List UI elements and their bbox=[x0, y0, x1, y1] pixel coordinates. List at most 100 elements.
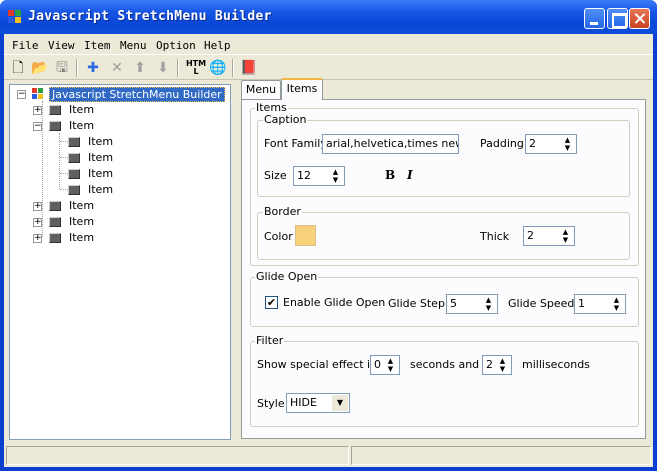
status-bar bbox=[4, 444, 653, 466]
spin-buttons[interactable]: ▲ ▼ bbox=[609, 296, 624, 312]
tree-expand-toggle[interactable]: + bbox=[33, 218, 42, 227]
menu-menu[interactable]: Menu bbox=[120, 39, 147, 52]
tree-expand-toggle[interactable]: + bbox=[33, 234, 42, 243]
splitter[interactable] bbox=[233, 84, 236, 440]
spin-buttons[interactable]: ▲ ▼ bbox=[481, 296, 496, 312]
style-select[interactable]: HIDE ▼ bbox=[286, 393, 350, 413]
spin-up-icon[interactable]: ▲ bbox=[383, 357, 398, 365]
glide-speed-spinner[interactable]: 1 ▲ ▼ bbox=[574, 294, 626, 314]
toolbar-separator bbox=[232, 59, 234, 77]
spin-down-icon[interactable]: ▼ bbox=[383, 365, 398, 373]
milliseconds-spinner[interactable]: 2 ▲ ▼ bbox=[482, 355, 512, 375]
tree-expand-toggle[interactable]: + bbox=[33, 202, 42, 211]
spin-buttons[interactable]: ▲ ▼ bbox=[495, 357, 510, 373]
item-node-icon bbox=[49, 105, 61, 115]
spin-up-icon[interactable]: ▲ bbox=[328, 168, 343, 176]
items-tab-panel: Items Caption Font Family arial,helvetic… bbox=[241, 99, 646, 439]
spin-buttons[interactable]: ▲ ▼ bbox=[558, 228, 573, 244]
font-family-input[interactable]: arial,helvetica,times new ror bbox=[322, 134, 459, 154]
seconds-spinner[interactable]: 0 ▲ ▼ bbox=[370, 355, 400, 375]
spin-up-icon[interactable]: ▲ bbox=[558, 228, 573, 236]
move-down-icon[interactable]: ⬇ bbox=[154, 59, 172, 77]
app-window: Javascript StretchMenu Builder File View… bbox=[0, 0, 657, 471]
close-button[interactable] bbox=[629, 8, 650, 29]
spin-buttons[interactable]: ▲ ▼ bbox=[560, 136, 575, 152]
menu-view[interactable]: View bbox=[48, 39, 75, 52]
app-icon bbox=[8, 10, 22, 24]
spin-up-icon[interactable]: ▲ bbox=[609, 296, 624, 304]
new-icon[interactable]: 🗋 bbox=[9, 59, 27, 77]
tab-items[interactable]: Items bbox=[281, 78, 323, 100]
border-color-label: Color bbox=[264, 230, 293, 243]
border-color-swatch[interactable] bbox=[295, 225, 316, 246]
delete-icon[interactable]: ✕ bbox=[108, 59, 126, 77]
glide-open-title: Glide Open bbox=[255, 270, 319, 283]
item-node-icon bbox=[49, 233, 61, 243]
item-node-icon bbox=[68, 185, 80, 195]
size-label: Size bbox=[264, 169, 287, 182]
spin-down-icon[interactable]: ▼ bbox=[481, 304, 496, 312]
size-spinner[interactable]: 12 ▲ ▼ bbox=[293, 166, 345, 186]
item-node-icon bbox=[68, 137, 80, 147]
enable-glide-checkbox[interactable]: ✔ bbox=[265, 296, 278, 309]
bold-button[interactable]: B bbox=[385, 168, 395, 182]
open-icon[interactable]: 📂 bbox=[31, 59, 49, 77]
move-up-icon[interactable]: ⬆ bbox=[131, 59, 149, 77]
spin-up-icon[interactable]: ▲ bbox=[495, 357, 510, 365]
spin-up-icon[interactable]: ▲ bbox=[560, 136, 575, 144]
italic-button[interactable]: I bbox=[407, 168, 413, 182]
spin-down-icon[interactable]: ▼ bbox=[560, 144, 575, 152]
glide-open-group: Glide Open ✔ Enable Glide Open Glide Ste… bbox=[250, 270, 639, 327]
menu-item[interactable]: Item bbox=[84, 39, 111, 52]
add-icon[interactable]: ✚ bbox=[84, 59, 102, 77]
spin-down-icon[interactable]: ▼ bbox=[328, 176, 343, 184]
save-icon[interactable]: 🖫 bbox=[53, 59, 71, 77]
spin-buttons[interactable]: ▲ ▼ bbox=[328, 168, 343, 184]
tree-item[interactable]: Item bbox=[88, 167, 113, 180]
toolbar-separator bbox=[76, 59, 78, 77]
menu-help[interactable]: Help bbox=[204, 39, 231, 52]
items-group: Items Caption Font Family arial,helvetic… bbox=[250, 101, 639, 266]
tree-item[interactable]: Item bbox=[88, 183, 113, 196]
padding-spinner[interactable]: 2 ▲ ▼ bbox=[525, 134, 577, 154]
tree-item[interactable]: Item bbox=[69, 103, 94, 116]
spin-down-icon[interactable]: ▼ bbox=[495, 365, 510, 373]
glide-step-spinner[interactable]: 5 ▲ ▼ bbox=[446, 294, 498, 314]
tree-collapse-toggle[interactable]: − bbox=[33, 122, 42, 131]
spin-down-icon[interactable]: ▼ bbox=[609, 304, 624, 312]
tree-root[interactable]: Javascript StretchMenu Builder bbox=[49, 87, 225, 102]
menu-file[interactable]: File bbox=[12, 39, 39, 52]
caption-group: Caption Font Family arial,helvetica,time… bbox=[257, 113, 630, 197]
preview-icon[interactable]: 🌐 bbox=[209, 59, 227, 77]
menu-option[interactable]: Option bbox=[156, 39, 196, 52]
padding-value: 2 bbox=[529, 137, 536, 150]
tree-expand-toggle[interactable]: + bbox=[33, 106, 42, 115]
maximize-button[interactable] bbox=[607, 8, 628, 29]
title-bar[interactable]: Javascript StretchMenu Builder bbox=[0, 0, 657, 34]
enable-glide-label[interactable]: Enable Glide Open bbox=[283, 296, 385, 309]
chevron-down-icon[interactable]: ▼ bbox=[332, 395, 348, 411]
status-panel-right bbox=[351, 446, 651, 465]
help-book-icon[interactable]: 📕 bbox=[240, 59, 258, 77]
tree-item[interactable]: Item bbox=[69, 231, 94, 244]
spin-down-icon[interactable]: ▼ bbox=[558, 236, 573, 244]
tree-item[interactable]: Item bbox=[88, 151, 113, 164]
tree-item[interactable]: Item bbox=[69, 199, 94, 212]
minimize-button[interactable] bbox=[584, 8, 605, 29]
border-group-title: Border bbox=[263, 205, 302, 218]
html-icon[interactable]: HTML bbox=[185, 59, 207, 77]
tree-item[interactable]: Item bbox=[88, 135, 113, 148]
tab-menu[interactable]: Menu bbox=[241, 80, 281, 100]
milliseconds-label: milliseconds bbox=[522, 358, 590, 371]
toolbar: 🗋 📂 🖫 ✚ ✕ ⬆ ⬇ HTML 🌐 📕 bbox=[4, 54, 653, 80]
tree-item[interactable]: Item bbox=[69, 215, 94, 228]
tree-collapse-toggle[interactable]: − bbox=[17, 90, 26, 99]
thick-spinner[interactable]: 2 ▲ ▼ bbox=[523, 226, 575, 246]
border-group: Border Color Thick 2 ▲ ▼ bbox=[257, 205, 630, 260]
glide-speed-value: 1 bbox=[578, 297, 585, 310]
tree-item[interactable]: Item bbox=[69, 119, 94, 132]
spin-up-icon[interactable]: ▲ bbox=[481, 296, 496, 304]
glide-step-value: 5 bbox=[450, 297, 457, 310]
spin-buttons[interactable]: ▲ ▼ bbox=[383, 357, 398, 373]
menu-tree[interactable]: − Javascript StretchMenu Builder + Item … bbox=[9, 84, 231, 440]
